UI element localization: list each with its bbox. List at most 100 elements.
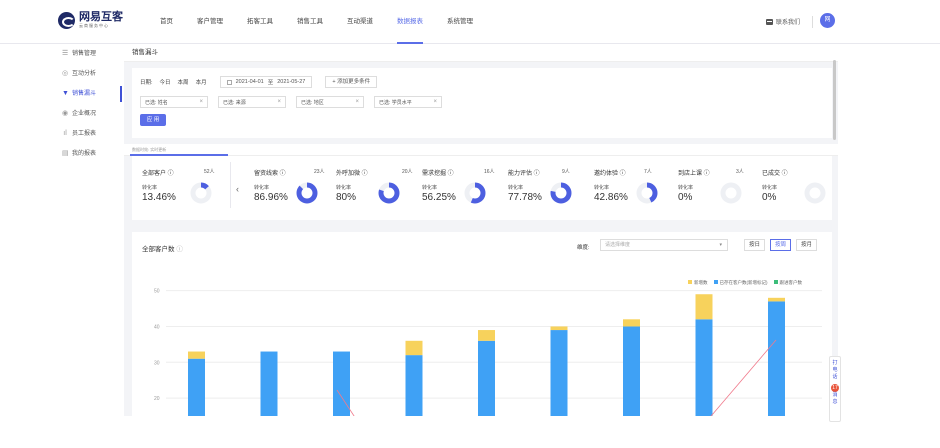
bar-existing bbox=[623, 326, 640, 416]
main-content: 销售漏斗 日期: 今日 本周 本月 2021-04-01 至 2021-05-2… bbox=[124, 44, 838, 416]
funnel-stage-card[interactable]: 到店上课 ⓘ 3人 转化率 0% bbox=[678, 166, 758, 216]
funnel-stage-count: 23人 bbox=[314, 169, 325, 175]
close-icon[interactable]: × bbox=[199, 99, 203, 105]
logo[interactable]: 网易互客 云商服务中心 bbox=[58, 11, 123, 29]
funnel-stage-card[interactable]: 邀约体验 ⓘ 7人 转化率 42.86% bbox=[594, 166, 674, 216]
chevron-left-icon[interactable]: ‹ bbox=[236, 184, 239, 194]
sidebar-item-sales-funnel[interactable]: ▼ 销售漏斗 bbox=[56, 84, 124, 104]
dimension-placeholder: 请选择维度 bbox=[605, 242, 631, 248]
sidebar-item-interaction-analysis[interactable]: ◎ 互动分析 bbox=[56, 64, 124, 84]
close-icon[interactable]: × bbox=[277, 99, 281, 105]
tab-strip: 数据时效: 实时更新 bbox=[124, 144, 838, 156]
bar-new bbox=[695, 294, 713, 320]
bar-new bbox=[768, 297, 785, 302]
y-tick-label: 20 bbox=[154, 396, 160, 402]
bar-existing bbox=[260, 351, 278, 416]
apply-button[interactable]: 应 用 bbox=[140, 114, 166, 126]
circle-icon: ◉ bbox=[62, 110, 69, 117]
funnel-stage-card[interactable]: 外呼加微 ⓘ 20人 转化率 80% bbox=[336, 166, 416, 216]
bar-existing bbox=[405, 355, 423, 416]
sidebar-item-company-overview[interactable]: ◉ 企业概况 bbox=[56, 104, 124, 124]
sidebar-item-staff-report[interactable]: ıl 员工报表 bbox=[56, 124, 124, 144]
conversion-ring bbox=[296, 182, 318, 204]
sidebar: ☰ 销售管理 ◎ 互动分析 ▼ 销售漏斗 ◉ 企业概况 ıl 员工报表 ▤ 我的报表 bbox=[56, 44, 124, 448]
tab-realtime[interactable]: 数据时效: 实时更新 bbox=[132, 147, 166, 153]
filter-tag-level[interactable]: 已选: 学员水平 × bbox=[374, 96, 442, 108]
sidebar-item-label: 互动分析 bbox=[72, 71, 97, 77]
funnel-stage-card[interactable]: 需求挖掘 ⓘ 16人 转化率 56.25% bbox=[422, 166, 502, 216]
add-condition-button[interactable]: + 添加更多条件 bbox=[325, 76, 378, 88]
funnel-stage-count: 52人 bbox=[204, 169, 215, 175]
logo-subtitle: 云商服务中心 bbox=[79, 23, 109, 28]
conversion-rate-label: 转化率 bbox=[678, 185, 694, 191]
funnel-stage-count: 7人 bbox=[644, 169, 652, 175]
nav-channels[interactable]: 互动渠道 bbox=[347, 0, 373, 44]
close-icon[interactable]: × bbox=[355, 99, 359, 105]
dimension-label: 维度: bbox=[577, 245, 590, 251]
funnel-stage-name: 留资线索 ⓘ bbox=[254, 171, 286, 177]
nav-home[interactable]: 首页 bbox=[160, 0, 173, 44]
sidebar-item-label: 我的报表 bbox=[72, 151, 97, 157]
conversion-ring bbox=[550, 182, 572, 204]
filter-tag-label: 已选: 来源 bbox=[223, 99, 246, 106]
nav-acquisition-tools[interactable]: 拓客工具 bbox=[247, 0, 273, 44]
period-month-button[interactable]: 按月 bbox=[796, 239, 818, 251]
message-button[interactable]: 消息 bbox=[832, 392, 838, 406]
funnel-stage-card[interactable]: 全部客户 ⓘ 52人转化率 13.46% bbox=[142, 166, 222, 216]
conversion-rate-value: 0% bbox=[678, 192, 693, 203]
filter-tag-name[interactable]: 已选: 姓名 × bbox=[140, 96, 208, 108]
dimension-select[interactable]: 请选择维度 ▾ bbox=[600, 239, 728, 251]
bar-existing bbox=[695, 319, 713, 416]
bar-new bbox=[405, 340, 423, 356]
conversion-rate-label: 转化率 bbox=[254, 185, 270, 191]
nav-system[interactable]: 系统管理 bbox=[447, 0, 473, 44]
sidebar-item-label: 销售管理 bbox=[72, 51, 97, 57]
quick-this-week[interactable]: 本周 bbox=[178, 78, 189, 86]
period-week-button[interactable]: 按周 bbox=[770, 239, 792, 251]
page-title: 销售漏斗 bbox=[124, 44, 838, 62]
contact-us-link[interactable]: 联系我们 bbox=[766, 17, 800, 26]
funnel-stage-card[interactable]: 能力评估 ⓘ 9人 转化率 77.78% bbox=[508, 166, 588, 216]
conversion-ring bbox=[804, 182, 826, 204]
date-label: 日期: bbox=[140, 80, 153, 86]
call-button[interactable]: 打电话 bbox=[832, 360, 838, 381]
close-icon[interactable]: × bbox=[433, 99, 437, 105]
nav-reports[interactable]: 数据报表 bbox=[397, 0, 423, 44]
quick-this-month[interactable]: 本月 bbox=[196, 78, 207, 86]
filter-tag-region[interactable]: 已选: 地区 × bbox=[296, 96, 364, 108]
bar-existing bbox=[768, 301, 785, 416]
scrollbar[interactable] bbox=[833, 60, 836, 140]
circle-icon: ◎ bbox=[62, 70, 69, 77]
funnel-stage-name: 全部客户 ⓘ bbox=[142, 171, 174, 177]
date-range-picker[interactable]: 2021-04-01 至 2021-05-27 bbox=[219, 76, 313, 88]
chart-panel: 全部客户数 ⓘ 维度: 请选择维度 ▾ 按日 按周 按月 新增数 已存在客户数(新增… bbox=[132, 232, 832, 416]
bar-existing bbox=[550, 330, 568, 416]
nav-customers[interactable]: 客户管理 bbox=[197, 0, 223, 44]
sidebar-item-sales-management[interactable]: ☰ 销售管理 bbox=[56, 44, 124, 64]
funnel-stage-name: 已成交 ⓘ bbox=[762, 171, 788, 177]
funnel-stage-name: 邀约体验 ⓘ bbox=[594, 171, 626, 177]
funnel-panel: ‹ › 全部客户 ⓘ 52人 转化率 13.46% 留资线索 ⓘ 23人 转化率 86.96%… bbox=[132, 156, 832, 220]
filter-tag-label: 已选: 地区 bbox=[301, 99, 324, 106]
conversion-ring bbox=[720, 182, 742, 204]
filter-tag-label: 已选: 学员水平 bbox=[379, 99, 412, 106]
conversion-rate-value: 13.46% bbox=[142, 192, 176, 203]
quick-today[interactable]: 今日 bbox=[160, 78, 171, 86]
conversion-rate-value: 86.96% bbox=[254, 192, 288, 203]
nav-sales-tools[interactable]: 销售工具 bbox=[297, 0, 323, 44]
sidebar-item-my-report[interactable]: ▤ 我的报表 bbox=[56, 144, 124, 164]
funnel-stage-count: 20人 bbox=[402, 169, 413, 175]
avatar[interactable]: 网 bbox=[820, 13, 835, 28]
main-nav: 首页 客户管理 拓客工具 销售工具 互动渠道 数据报表 系统管理 bbox=[160, 0, 497, 44]
funnel-stage-card[interactable]: 留资线索 ⓘ 23人转化率 86.96% bbox=[254, 166, 334, 216]
funnel-stage-card[interactable]: 已成交 ⓘ 转化率 0% bbox=[762, 166, 838, 216]
bar-new bbox=[188, 351, 205, 359]
conversion-ring-fill bbox=[296, 182, 318, 204]
conversion-rate-label: 转化率 bbox=[142, 185, 158, 191]
filter-tag-source[interactable]: 已选: 来源 × bbox=[218, 96, 286, 108]
period-day-button[interactable]: 按日 bbox=[744, 239, 766, 251]
funnel-icon: ▼ bbox=[62, 90, 69, 97]
sidebar-item-label: 员工报表 bbox=[72, 131, 97, 137]
contact-us-label: 联系我们 bbox=[776, 20, 801, 26]
conversion-ring-track bbox=[804, 182, 826, 204]
